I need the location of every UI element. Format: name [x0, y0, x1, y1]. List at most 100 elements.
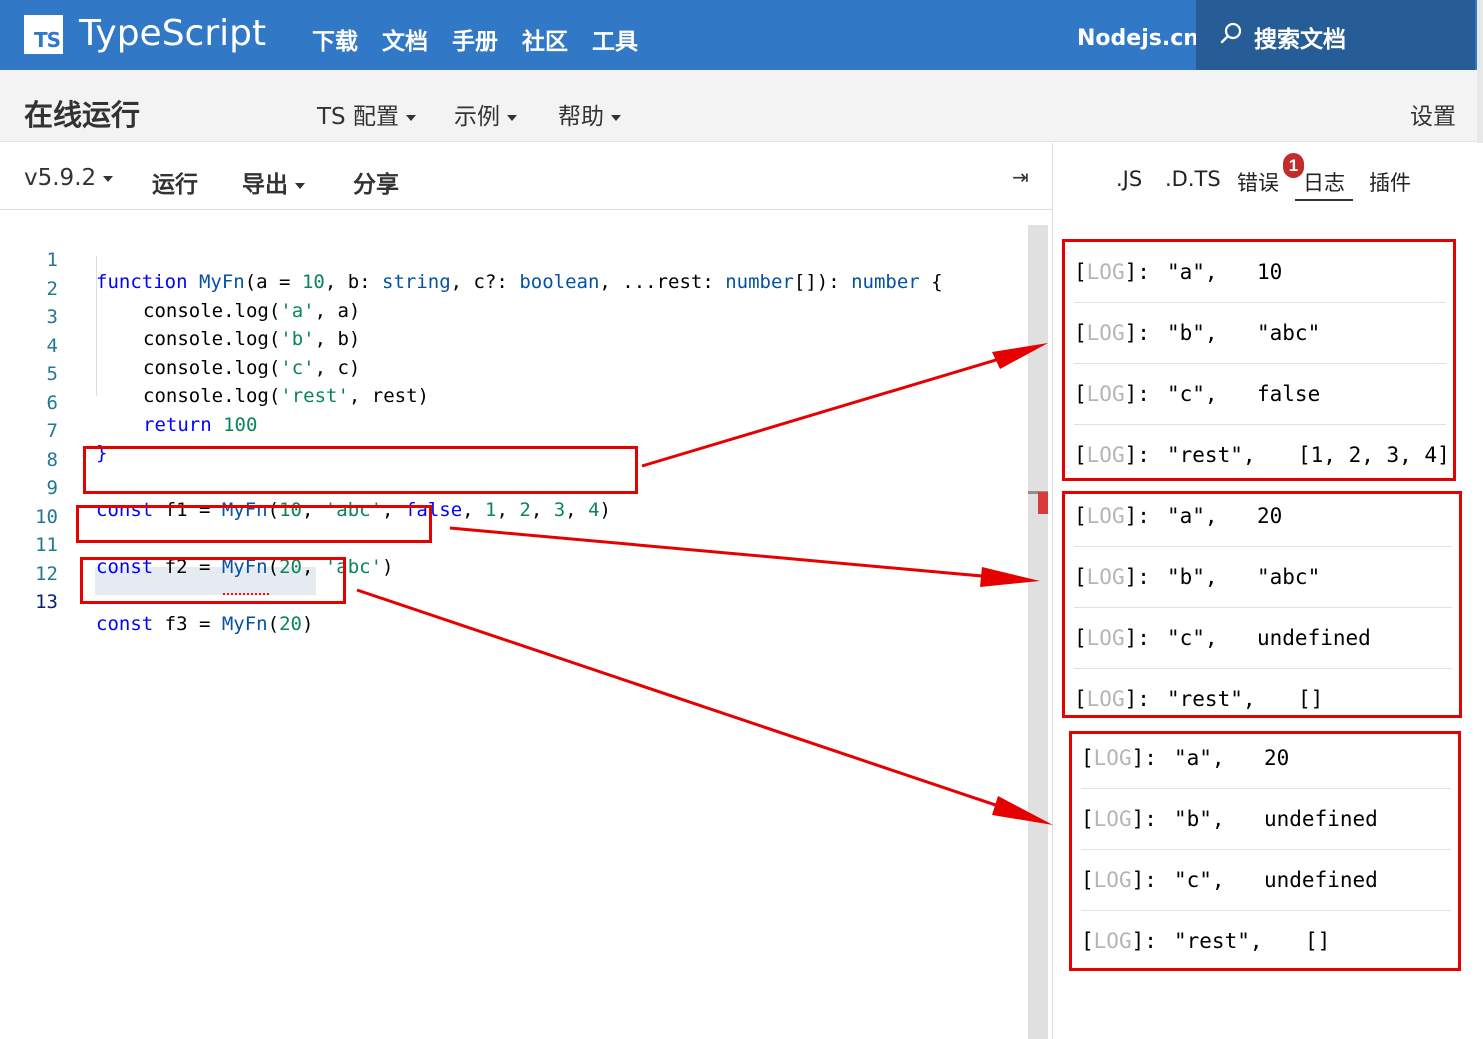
log-entry: [LOG]: "c", false: [1074, 364, 1446, 425]
nav-link-docs[interactable]: 文档: [382, 22, 428, 56]
log-key: "rest",: [1167, 443, 1256, 467]
log-entry: [LOG]: "a", 10: [1074, 242, 1446, 303]
tab-plugins[interactable]: 插件: [1369, 167, 1411, 197]
log-tag: [LOG]:: [1074, 626, 1150, 650]
log-entry: [LOG]: "rest", []: [1081, 911, 1451, 972]
log-key: "a",: [1167, 504, 1218, 528]
log-value: "abc": [1257, 565, 1321, 589]
version-label: v5.9.2: [24, 165, 97, 191]
top-navbar: TS TypeScript 下载 文档 手册 社区 工具 Nodejs.cn 搜…: [0, 0, 1483, 70]
log-entry: [LOG]: "c", undefined: [1081, 850, 1451, 911]
log-entry: [LOG]: "rest", [1, 2, 3, 4]: [1074, 425, 1450, 486]
chevron-down-icon: [295, 182, 305, 189]
log-group-box: [LOG]: "a", 20 [LOG]: "b", "abc" [LOG]: "c", und…: [1062, 491, 1462, 718]
help-menu[interactable]: 帮助: [558, 97, 621, 131]
code-line: 1 function MyFn(a = 10, b: string, c?: b…: [0, 227, 1020, 293]
log-value: []: [1305, 929, 1331, 953]
log-value: 10: [1257, 260, 1283, 284]
log-tag: [LOG]:: [1081, 807, 1157, 831]
log-tag: [LOG]:: [1074, 504, 1150, 528]
log-tag: [LOG]:: [1074, 260, 1150, 284]
nav-link-download[interactable]: 下载: [312, 22, 358, 56]
search-label: 搜索文档: [1254, 27, 1346, 53]
log-group-box: [LOG]: "a", 10 [LOG]: "b", "abc" [LOG]: "c", fal…: [1062, 239, 1456, 481]
search-docs-button[interactable]: 搜索文档: [1196, 0, 1475, 70]
log-entry: [LOG]: "b", undefined: [1081, 789, 1451, 850]
log-tag: [LOG]:: [1074, 321, 1150, 345]
tab-js[interactable]: .JS: [1116, 167, 1142, 191]
log-key: "a",: [1174, 746, 1225, 770]
log-entry: [LOG]: "c", undefined: [1074, 608, 1452, 669]
code-line: 2 console.log('a', a): [0, 256, 1020, 322]
tab-errors[interactable]: 错误: [1237, 167, 1279, 197]
chevron-down-icon: [611, 114, 621, 121]
export-menu[interactable]: 导出: [242, 165, 305, 199]
log-key: "rest",: [1174, 929, 1263, 953]
version-select[interactable]: v5.9.2: [24, 165, 114, 191]
code-line: 7 }: [0, 398, 1020, 464]
brand-name[interactable]: TypeScript: [79, 13, 266, 54]
search-icon: [1220, 22, 1242, 44]
ts-config-menu[interactable]: TS 配置: [317, 97, 416, 131]
chevron-down-icon: [103, 175, 114, 182]
code-line: 5 console.log('rest', rest): [0, 341, 1020, 407]
log-entry: [LOG]: "b", "abc": [1074, 547, 1452, 608]
log-entry: [LOG]: "b", "abc": [1074, 303, 1446, 364]
log-value: undefined: [1264, 807, 1378, 831]
log-value: 20: [1257, 504, 1283, 528]
log-tag: [LOG]:: [1081, 929, 1157, 953]
annotation-box-f2: [76, 505, 432, 543]
code-text: const f3 = MyFn(20): [96, 613, 314, 635]
main-nav: 下载 文档 手册 社区 工具: [312, 22, 638, 56]
collapse-sidebar-icon[interactable]: ⇥: [1012, 165, 1029, 190]
help-label: 帮助: [558, 104, 604, 130]
ts-config-label: TS 配置: [317, 104, 399, 130]
tab-logs[interactable]: 日志: [1295, 167, 1353, 201]
nodejs-link[interactable]: Nodejs.cn: [1077, 26, 1199, 51]
log-key: "c",: [1167, 626, 1218, 650]
log-value: [1, 2, 3, 4]: [1298, 443, 1450, 467]
examples-label: 示例: [454, 104, 500, 130]
log-entry: [LOG]: "a", 20: [1081, 728, 1451, 789]
export-label: 导出: [242, 172, 288, 198]
nav-link-community[interactable]: 社区: [522, 22, 568, 56]
examples-menu[interactable]: 示例: [454, 97, 517, 131]
scrollbar-error-marker: [1038, 492, 1048, 514]
log-entry: [LOG]: "rest", []: [1074, 669, 1452, 730]
line-number: 13: [35, 591, 58, 613]
log-value: undefined: [1257, 626, 1371, 650]
logo-text: TS: [33, 28, 61, 52]
log-value: []: [1298, 687, 1324, 711]
share-button[interactable]: 分享: [353, 165, 399, 199]
log-key: "c",: [1167, 382, 1218, 406]
log-key: "b",: [1174, 807, 1225, 831]
chevron-down-icon: [507, 114, 517, 121]
code-line: 3 console.log('b', b): [0, 284, 1020, 350]
log-tag: [LOG]:: [1081, 746, 1157, 770]
code-editor[interactable]: 1 function MyFn(a = 10, b: string, c?: b…: [0, 210, 1052, 1039]
log-tag: [LOG]:: [1074, 565, 1150, 589]
tab-dts[interactable]: .D.TS: [1165, 167, 1221, 191]
code-line: 6 return 100: [0, 370, 1020, 436]
log-value: false: [1257, 382, 1321, 406]
settings-button[interactable]: 设置: [1410, 97, 1456, 131]
nav-link-handbook[interactable]: 手册: [452, 22, 498, 56]
annotation-box-f3: [80, 557, 346, 604]
playground-bar: 在线运行 TS 配置 示例 帮助 设置: [0, 70, 1477, 142]
run-button[interactable]: 运行: [152, 165, 198, 199]
log-key: "b",: [1167, 321, 1218, 345]
log-key: "c",: [1174, 868, 1225, 892]
log-value: undefined: [1264, 868, 1378, 892]
log-group-box: [LOG]: "a", 20 [LOG]: "b", undefined [LOG]: "c"…: [1069, 731, 1461, 971]
log-value: "abc": [1257, 321, 1321, 345]
code-line: 4 console.log('c', c): [0, 313, 1020, 379]
log-tag: [LOG]:: [1074, 443, 1150, 467]
chevron-down-icon: [405, 114, 416, 121]
page-title: 在线运行: [24, 98, 141, 132]
editor-scrollbar[interactable]: [1028, 225, 1048, 1039]
log-key: "a",: [1167, 260, 1218, 284]
nav-link-tools[interactable]: 工具: [592, 22, 638, 56]
typescript-logo[interactable]: TS: [24, 15, 63, 54]
log-tag: [LOG]:: [1074, 687, 1150, 711]
log-tag: [LOG]:: [1074, 382, 1150, 406]
